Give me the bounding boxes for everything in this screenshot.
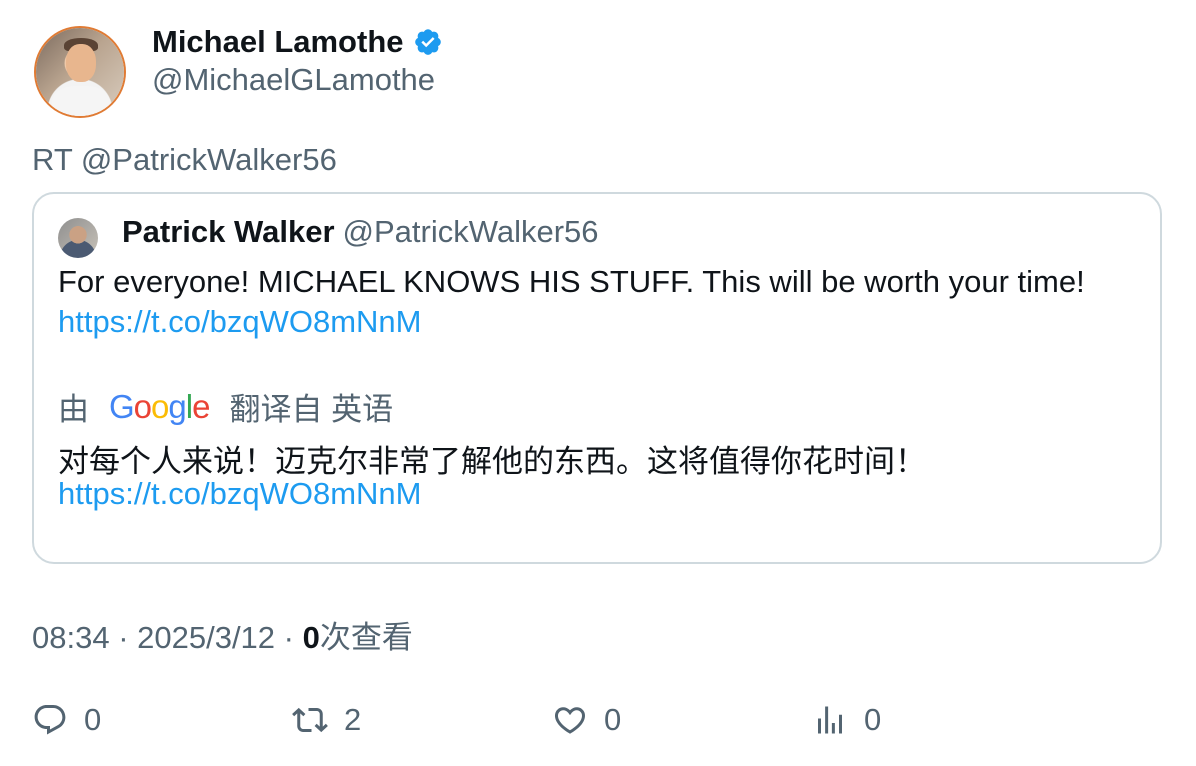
tweet-timestamp[interactable]: 08:34 · 2025/3/12 · (32, 620, 303, 655)
action-bar: 0 2 0 0 (0, 700, 1196, 744)
like-count: 0 (604, 702, 622, 737)
views-count: 0 (302, 620, 320, 655)
views-label: 次查看 (319, 620, 413, 655)
avatar-shirt (52, 86, 110, 116)
tweet-meta: 08:34 · 2025/3/12 · 0次查看 (32, 612, 413, 657)
quoted-display-name[interactable]: Patrick Walker (122, 214, 335, 249)
author-handle[interactable]: @MichaelGLamothe (152, 62, 435, 98)
reply-count: 0 (84, 702, 102, 737)
reply-icon (34, 705, 66, 735)
google-logo: Google (109, 387, 210, 425)
author-display-name[interactable]: Michael Lamothe (152, 24, 404, 60)
translated-link[interactable]: https://t.co/bzqWO8mNnM (58, 476, 422, 512)
views-action-count: 0 (864, 702, 882, 737)
quoted-header: Patrick Walker @PatrickWalker56 (122, 214, 599, 250)
like-button[interactable]: 0 (552, 700, 621, 740)
reply-button[interactable]: 0 (32, 700, 101, 740)
retweet-line: RT @PatrickWalker56 (32, 142, 337, 177)
quoted-text: For everyone! MICHAEL KNOWS HIS STUFF. T… (58, 264, 1085, 299)
views-button[interactable]: 0 (812, 700, 881, 740)
translated-from-label: 翻译自 英语 (229, 392, 394, 427)
views-icon (818, 706, 842, 734)
translated-text: 对每个人来说！迈克尔非常了解他的东西。这将值得你花时间！ (58, 444, 926, 479)
like-icon (554, 707, 586, 734)
quoted-link[interactable]: https://t.co/bzqWO8mNnM (58, 304, 422, 340)
author-name-row: Michael Lamothe (152, 22, 443, 62)
retweet-icon (292, 707, 328, 733)
quoted-handle[interactable]: @PatrickWalker56 (343, 214, 599, 249)
retweet-button[interactable]: 2 (292, 700, 361, 740)
retweet-count: 2 (344, 702, 362, 737)
author-avatar[interactable] (36, 28, 124, 116)
avatar-face (66, 44, 96, 82)
quoted-author-avatar[interactable] (58, 218, 98, 258)
quoted-tweet-card[interactable]: Patrick Walker @PatrickWalker56 For every… (32, 192, 1162, 564)
translation-attribution: 由 Google 翻译自 英语 (58, 384, 393, 429)
verified-badge-icon (414, 29, 441, 55)
translated-by-label: 由 (58, 392, 89, 427)
